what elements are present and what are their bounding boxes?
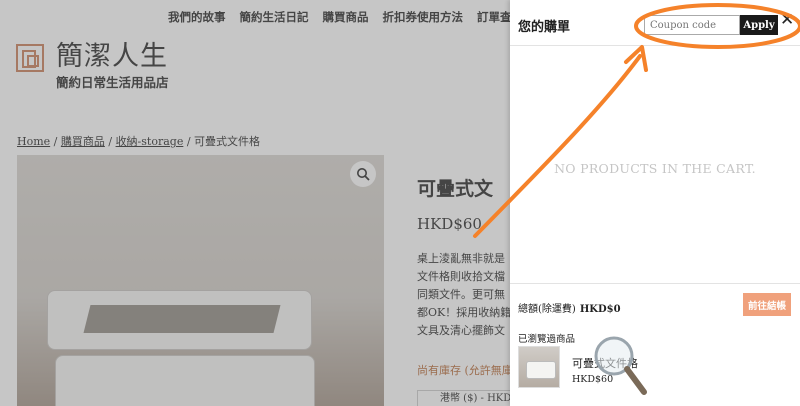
- page-dim-overlay[interactable]: [0, 0, 510, 406]
- empty-cart-message: NO PRODUCTS IN THE CART.: [554, 161, 756, 176]
- cart-drawer: 您的購單 Apply ✕ NO PRODUCTS IN THE CART. 總額…: [510, 0, 800, 406]
- divider: [510, 45, 800, 46]
- recent-item-price: HKD$60: [572, 374, 614, 385]
- coupon-code-input[interactable]: [644, 15, 740, 35]
- apply-coupon-button[interactable]: Apply: [740, 15, 778, 35]
- cart-subtotal: 總額(除運費) HKD$0: [518, 300, 621, 315]
- subtotal-value: HKD$0: [579, 304, 621, 315]
- cart-title: 您的購單: [518, 20, 571, 35]
- close-icon[interactable]: ✕: [780, 12, 794, 29]
- product-page: 我們的故事 簡約生活日記 購買商品 折扣券使用方法 訂單查 簡潔人生 簡約日常生…: [0, 0, 510, 406]
- recent-item-name[interactable]: 可疊式文件格: [572, 355, 638, 371]
- subtotal-label: 總額(除運費): [518, 304, 576, 315]
- recently-viewed-heading: 已瀏覽過商品: [518, 334, 576, 345]
- divider: [510, 283, 800, 284]
- checkout-button[interactable]: 前往結帳: [743, 293, 791, 316]
- recent-item-thumbnail[interactable]: [518, 346, 560, 388]
